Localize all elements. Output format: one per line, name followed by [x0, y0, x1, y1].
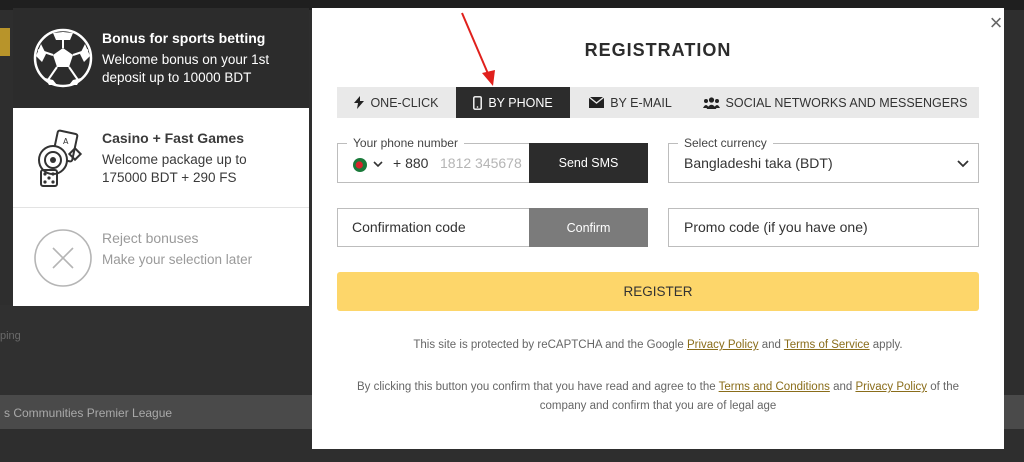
tab-label: BY PHONE	[488, 95, 553, 110]
confirm-button[interactable]: Confirm	[529, 208, 648, 247]
confirmation-code-field[interactable]: Confirmation code	[337, 208, 530, 247]
tab-label: SOCIAL NETWORKS AND MESSENGERS	[725, 95, 968, 110]
annotation-arrow-icon	[461, 12, 495, 86]
bangladesh-flag-icon	[353, 158, 367, 172]
promo-code-input[interactable]: Promo code (if you have one)	[684, 219, 868, 235]
recaptcha-text: and	[761, 339, 781, 351]
bonus-description: Welcome package up to 175000 BDT + 290 F…	[102, 152, 247, 185]
chevron-down-icon[interactable]	[373, 161, 383, 168]
modal-title: REGISTRATION	[584, 40, 732, 60]
reject-bonuses-option[interactable]: Reject bonuses Make your selection later	[13, 208, 309, 308]
recaptcha-note: This site is protected by reCAPTCHA and …	[337, 336, 979, 355]
currency-select[interactable]: Select currency Bangladeshi taka (BDT)	[668, 136, 979, 183]
confirmation-code-input[interactable]: Confirmation code	[352, 219, 466, 235]
tab-label: BY E-MAIL	[610, 95, 672, 110]
register-button[interactable]: REGISTER	[337, 272, 979, 311]
lightning-icon	[354, 96, 365, 109]
phone-legend: Your phone number	[347, 136, 464, 150]
envelope-icon	[589, 97, 605, 108]
privacy-policy-link[interactable]: Privacy Policy	[687, 339, 759, 351]
agreement-note: By clicking this button you confirm that…	[337, 378, 979, 416]
phone-country-code: + 880	[393, 155, 429, 171]
phone-icon	[473, 95, 483, 110]
bonus-casino-option[interactable]: A Casino + Fast Games Welcome package up…	[13, 108, 309, 208]
phone-input[interactable]: 1812 345678	[440, 155, 522, 171]
recaptcha-text: This site is protected by reCAPTCHA and …	[413, 339, 684, 351]
tab-label: ONE-CLICK	[370, 95, 439, 110]
tab-social-networks[interactable]: SOCIAL NETWORKS AND MESSENGERS	[691, 87, 979, 118]
recaptcha-text: apply.	[872, 339, 903, 351]
background-panel	[0, 305, 320, 395]
currency-legend: Select currency	[678, 136, 773, 150]
bonus-title: Casino + Fast Games	[102, 130, 245, 146]
phone-field[interactable]: Your phone number + 880 1812 345678	[337, 136, 530, 183]
background-accent	[0, 28, 10, 56]
background-text: ping	[0, 330, 21, 342]
registration-tabs: ONE-CLICK BY PHONE BY E-MAIL SOCIAL NETW…	[337, 87, 979, 118]
bonus-description: Welcome bonus on your 1st deposit up to …	[102, 52, 270, 85]
bonus-panel: Bonus for sports betting Welcome bonus o…	[13, 8, 309, 306]
promo-code-field[interactable]: Promo code (if you have one)	[668, 208, 979, 247]
bonus-sports-option[interactable]: Bonus for sports betting Welcome bonus o…	[13, 8, 309, 108]
svg-text:A: A	[63, 137, 69, 146]
agreement-text: and	[833, 381, 853, 393]
soccer-ball-icon	[33, 28, 93, 88]
tab-by-phone[interactable]: BY PHONE	[456, 87, 570, 118]
agreement-text: By clicking this button you confirm that…	[356, 381, 716, 393]
chevron-down-icon	[957, 160, 969, 168]
bonus-title: Reject bonuses	[102, 230, 199, 246]
privacy-policy-link[interactable]: Privacy Policy	[855, 381, 927, 393]
casino-chip-icon: A	[38, 129, 83, 187]
close-circle-icon	[34, 229, 92, 287]
league-name: s Communities Premier League	[4, 406, 173, 420]
terms-and-conditions-link[interactable]: Terms and Conditions	[719, 381, 830, 393]
users-icon	[702, 96, 720, 109]
close-button[interactable]: ×	[985, 12, 1007, 34]
bonus-title: Bonus for sports betting	[102, 30, 266, 46]
tab-one-click[interactable]: ONE-CLICK	[337, 87, 456, 118]
tab-by-email[interactable]: BY E-MAIL	[570, 87, 691, 118]
bonus-description: Make your selection later	[102, 252, 253, 267]
send-sms-button[interactable]: Send SMS	[529, 143, 648, 183]
terms-of-service-link[interactable]: Terms of Service	[784, 339, 870, 351]
currency-value: Bangladeshi taka (BDT)	[684, 155, 833, 171]
